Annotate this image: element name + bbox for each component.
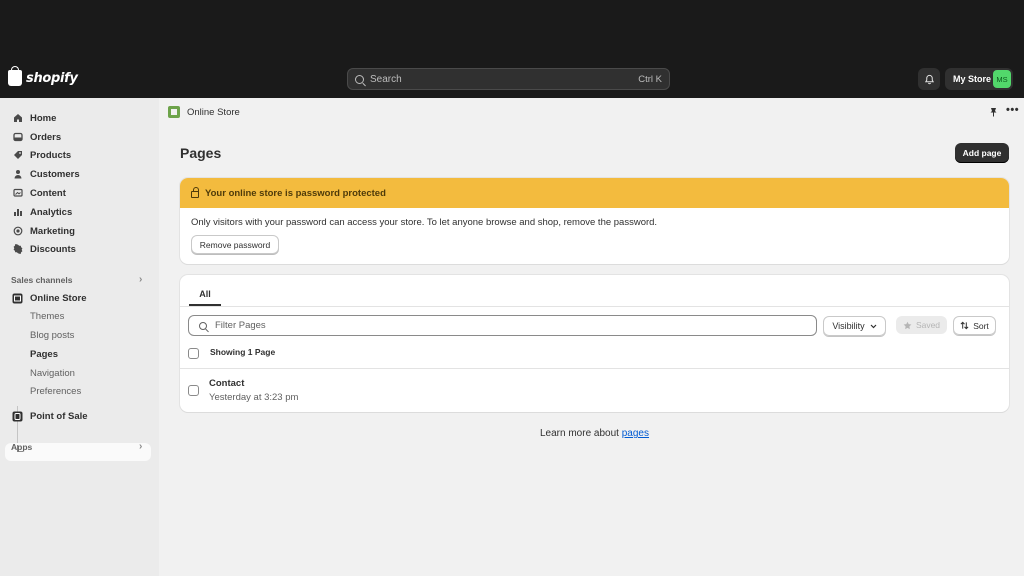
sidebar-item-orders[interactable]: Orders [12,128,61,146]
sidebar-item-label: Discounts [30,243,76,255]
saved-button[interactable]: Saved [896,316,947,334]
search-icon [199,321,207,330]
target-icon [12,226,23,237]
sidebar-subitem-navigation[interactable]: Navigation [30,368,75,379]
banner-text: Only visitors with your password can acc… [191,217,658,228]
pin-icon[interactable] [989,107,998,119]
remove-password-button[interactable]: Remove password [191,235,279,254]
apps-header[interactable]: Apps › [11,441,142,452]
learn-more-link[interactable]: pages [622,428,649,439]
lock-icon [191,187,199,198]
search-shortcut: Ctrl K [638,73,662,85]
divider [180,306,1009,307]
main-content: Online Store ••• Pages Add page Your onl… [159,98,1024,576]
top-bar: shopify Search Ctrl K My Store MS [0,60,1024,98]
sidebar-item-label: Content [30,187,66,199]
sidebar-item-point-of-sale[interactable]: Point of Sale [12,407,88,425]
visibility-dropdown[interactable]: Visibility [823,316,886,336]
sidebar-item-analytics[interactable]: Analytics [12,203,72,221]
sort-button[interactable]: Sort [953,316,996,335]
divider [180,368,1009,369]
search-placeholder: Search [370,73,402,85]
page-row-timestamp: Yesterday at 3:23 pm [209,392,299,403]
sidebar-subitem-blog-posts[interactable]: Blog posts [30,330,74,341]
sidebar-item-online-store[interactable]: Online Store [12,289,86,307]
chevron-right-icon: › [139,441,143,452]
content-icon [12,188,23,199]
sidebar-item-products[interactable]: Products [12,146,71,164]
sidebar-item-label: Point of Sale [30,410,88,422]
breadcrumb[interactable]: Online Store [168,106,240,118]
sidebar-item-label: Analytics [30,206,73,218]
bar-chart-icon [12,207,23,218]
chevron-down-icon [870,324,877,328]
visibility-label: Visibility [832,321,865,331]
showing-count: Showing 1 Page [210,347,276,357]
shopify-bag-icon [8,66,22,86]
sort-icon [960,321,969,330]
sidebar-item-marketing[interactable]: Marketing [12,222,75,240]
sales-channels-label: Sales channels [11,275,73,285]
tag-icon [12,150,23,161]
breadcrumb-label: Online Store [187,106,240,118]
notifications-button[interactable] [918,68,940,90]
learn-more-prefix: Learn more about [540,428,619,439]
bell-icon [924,74,934,84]
sidebar-item-label: Marketing [30,225,75,237]
tab-all[interactable]: All [189,284,221,306]
search-icon [355,74,364,84]
avatar: MS [993,70,1011,88]
storefront-icon [12,293,23,304]
discount-icon [12,244,23,255]
sidebar-subitem-themes[interactable]: Themes [30,311,64,322]
filter-pages-input[interactable]: Filter Pages [188,315,817,336]
online-store-icon [168,106,180,118]
sidebar-item-content[interactable]: Content [12,184,66,202]
star-icon [903,321,912,329]
shopify-logo[interactable]: shopify [8,66,78,86]
sidebar-item-discounts[interactable]: Discounts [12,240,76,258]
banner-header: Your online store is password protected [180,178,1009,208]
person-icon [12,169,23,180]
sidebar-subitem-pages[interactable]: Pages [30,349,58,360]
row-checkbox[interactable] [188,385,199,396]
pos-icon [12,411,23,422]
add-page-button[interactable]: Add page [955,143,1009,163]
sidebar: Home Orders Products Customers Content A… [0,98,159,576]
learn-more-text: Learn more about pages [540,428,649,439]
password-banner: Your online store is password protected … [180,178,1009,264]
logo-text: shopify [26,70,78,86]
sidebar-item-label: Home [30,112,57,124]
store-menu-button[interactable]: My Store MS [945,68,1013,90]
sidebar-subitem-preferences[interactable]: Preferences [30,386,81,397]
sort-label: Sort [973,320,989,331]
orders-icon [12,132,23,143]
pages-card: All Filter Pages Visibility Saved Sort S… [180,275,1009,412]
filter-placeholder: Filter Pages [215,320,266,331]
page-title: Pages [180,145,222,161]
more-actions-icon[interactable]: ••• [1006,104,1019,116]
sidebar-item-customers[interactable]: Customers [12,165,80,183]
home-icon [12,113,23,124]
store-name: My Store [953,74,992,84]
select-all-checkbox[interactable] [188,348,199,359]
apps-label: Apps [11,442,33,452]
page-row-title[interactable]: Contact [209,378,244,389]
sidebar-item-home[interactable]: Home [12,109,56,127]
sidebar-item-label: Online Store [30,292,87,304]
sidebar-item-label: Orders [30,131,62,143]
search-input[interactable]: Search Ctrl K [347,68,670,90]
sidebar-item-label: Customers [30,168,80,180]
sidebar-item-label: Products [30,149,72,161]
saved-label: Saved [915,320,941,330]
sales-channels-header[interactable]: Sales channels › [11,274,142,285]
chevron-right-icon: › [139,274,143,285]
banner-title: Your online store is password protected [205,187,386,199]
